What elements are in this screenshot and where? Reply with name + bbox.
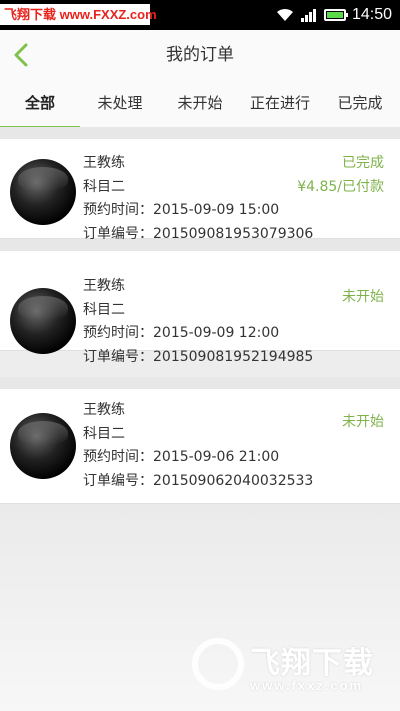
order-card[interactable]: 王教练 科目二 预约时间：2015-09-09 12:00 订单编号：20150… — [0, 251, 400, 365]
order-card[interactable]: 王教练 科目二 预约时间：2015-09-09 15:00 订单编号：20150… — [0, 139, 400, 242]
appointment-time: 预约时间：2015-09-09 12:00 — [83, 325, 280, 341]
tab-unprocessed[interactable]: 未处理 — [80, 81, 160, 127]
page-title: 我的订单 — [166, 45, 234, 65]
divider — [0, 127, 400, 139]
subject: 科目二 — [83, 425, 125, 442]
coach-avatar — [10, 159, 76, 225]
coach-name: 王教练 — [83, 402, 125, 418]
coach-avatar — [10, 413, 76, 479]
status-badge: 未开始 — [342, 414, 384, 430]
watermark-banner: 飞翔下载 www.FXXZ.com — [0, 4, 157, 25]
status-badge: 已完成 — [342, 155, 384, 171]
payment-info: ¥4.85/已付款 — [297, 178, 384, 195]
title-bar: 我的订单 — [0, 30, 400, 81]
coach-name: 王教练 — [83, 278, 125, 294]
tab-all[interactable]: 全部 — [0, 81, 80, 128]
tab-completed[interactable]: 已完成 — [320, 81, 400, 127]
wifi-icon — [276, 8, 293, 21]
status-icons: 14:50 — [276, 0, 392, 30]
brand-logo-icon — [192, 638, 244, 690]
status-badge: 未开始 — [342, 289, 384, 305]
coach-avatar — [10, 288, 76, 354]
tab-in-progress[interactable]: 正在进行 — [240, 81, 320, 127]
appointment-time: 预约时间：2015-09-06 21:00 — [83, 449, 280, 465]
order-tabs: 全部 未处理 未开始 正在进行 已完成 — [0, 81, 400, 128]
order-status-group: 未开始 — [342, 286, 384, 310]
battery-icon — [323, 9, 348, 21]
order-info: 王教练 科目二 预约时间：2015-09-09 15:00 订单编号：20150… — [83, 152, 313, 246]
subject: 科目二 — [83, 301, 125, 318]
status-bar: 飞翔下载 www.FXXZ.com 14:50 — [0, 0, 400, 30]
divider — [0, 377, 400, 389]
brand-watermark: 飞翔下载 www.fxxz.com — [192, 634, 392, 704]
clock: 14:50 — [351, 6, 392, 23]
divider — [0, 239, 400, 251]
appointment-time: 预约时间：2015-09-09 15:00 — [83, 202, 280, 218]
coach-name: 王教练 — [83, 155, 125, 171]
signal-icon — [300, 9, 316, 22]
order-info: 王教练 科目二 预约时间：2015-09-09 12:00 订单编号：20150… — [83, 275, 313, 369]
order-status-group: 未开始 — [342, 411, 384, 435]
brand-name: 飞翔下载 — [250, 647, 374, 680]
subject: 科目二 — [83, 178, 125, 195]
order-card[interactable]: 王教练 科目二 预约时间：2015-09-06 21:00 订单编号：20150… — [0, 389, 400, 504]
brand-url: www.fxxz.com — [250, 678, 364, 693]
tab-not-started[interactable]: 未开始 — [160, 81, 240, 127]
order-number: 订单编号：201509062040032533 — [83, 472, 314, 489]
order-number: 订单编号：201509081952194985 — [83, 348, 314, 365]
order-info: 王教练 科目二 预约时间：2015-09-06 21:00 订单编号：20150… — [83, 399, 313, 493]
order-status-group: 已完成 ¥4.85/已付款 — [297, 152, 384, 199]
